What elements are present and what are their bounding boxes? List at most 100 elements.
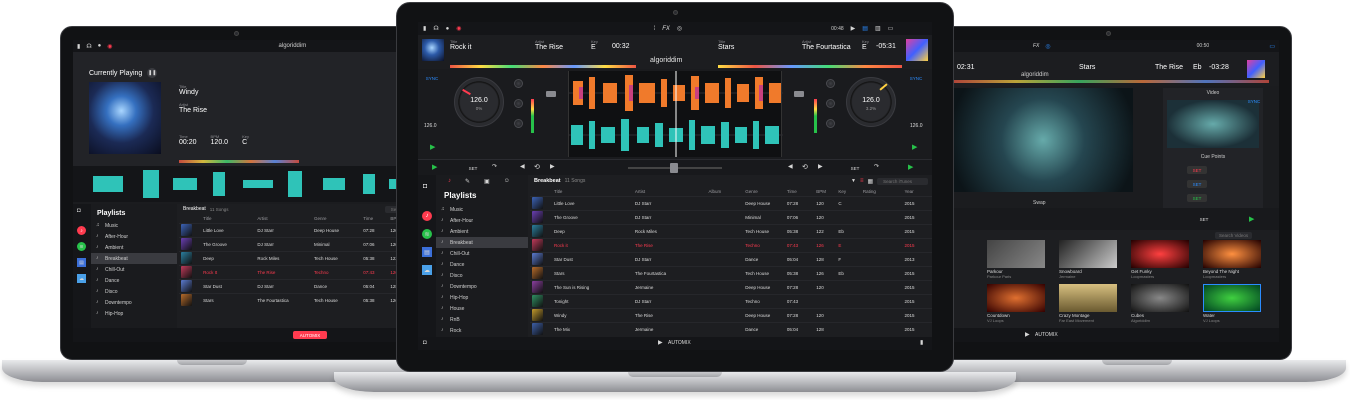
files-icon[interactable]: ▤ — [422, 247, 432, 257]
platter-left[interactable]: 126.0 0% — [454, 77, 504, 127]
playlist-item[interactable]: ♪ Hip-Hop — [436, 292, 528, 303]
music-source-icon[interactable]: ♪ — [422, 211, 432, 221]
column-header[interactable]: Time — [785, 187, 814, 196]
layout-icon[interactable]: ▤ — [862, 25, 868, 32]
crossfader-handle[interactable] — [670, 163, 678, 173]
scratch-icon-left[interactable]: ↷ — [492, 163, 497, 170]
column-header[interactable]: Album — [706, 187, 743, 196]
bars-icon[interactable]: ▮ — [423, 25, 426, 32]
display-icon[interactable]: ▭ — [888, 25, 894, 32]
playlist-item[interactable]: ♪ Dance — [91, 275, 177, 286]
cloud-icon[interactable]: ☁ — [77, 274, 86, 283]
video-card[interactable]: Snowboard Jermaine — [1059, 240, 1117, 280]
knob-right-3[interactable] — [826, 119, 835, 128]
column-header[interactable]: Time — [361, 214, 388, 223]
knob-right-2[interactable] — [826, 99, 835, 108]
playlist-item[interactable]: ♫ Music — [436, 204, 528, 215]
table-row[interactable]: Rock It The Rise Techno 07:43 126 — [179, 264, 413, 279]
grid-icon[interactable]: ⁞ — [654, 26, 656, 32]
video-preview[interactable] — [1167, 100, 1259, 148]
table-row[interactable]: Star Dust DJ Starr Dance 05:04 128 — [179, 278, 413, 293]
play-icon-right[interactable]: ▶ — [908, 163, 913, 171]
column-header[interactable]: Title — [552, 187, 633, 196]
headphones-icon[interactable]: ☊ — [433, 25, 438, 32]
table-row[interactable]: Little Love DJ Starr Deep House 07:28 120 — [179, 222, 413, 237]
playlist-item[interactable]: ♪ Chill-Out — [436, 248, 528, 259]
playlist-item[interactable]: ♪ Downtempo — [91, 297, 177, 308]
clipboard-tab-icon[interactable]: ▣ — [484, 178, 490, 185]
sync-circle-icon[interactable]: ◎ — [1045, 43, 1050, 50]
globe-icon[interactable]: ◎ — [677, 25, 682, 32]
deck-a-waveform-mini[interactable] — [450, 65, 636, 68]
table-row[interactable]: The Sun is Rising Jermaine Deep House 07:28… — [530, 279, 932, 294]
playlist-item[interactable]: ♪ Breakbeat — [91, 253, 177, 264]
column-header[interactable]: BPM — [814, 187, 836, 196]
set-button-main[interactable]: SET — [1197, 215, 1211, 223]
playlist-item[interactable]: ♪ House — [436, 303, 528, 314]
playlist-item[interactable]: ♪ Ambient — [436, 226, 528, 237]
playlist-item[interactable]: ♫ Music — [91, 220, 177, 231]
fader-left[interactable] — [546, 91, 556, 97]
columns-icon[interactable]: ▥ — [875, 25, 881, 32]
camera-bottom-icon[interactable]: ◘ — [423, 340, 427, 346]
play-icon[interactable]: ▶ — [1249, 215, 1254, 223]
video-icon[interactable]: ▶ — [851, 25, 856, 32]
sync-button[interactable]: SYNC — [1247, 98, 1261, 104]
cloud-icon[interactable]: ☁ — [422, 265, 432, 275]
set-button-right[interactable]: SET — [848, 164, 862, 172]
knob-right-1[interactable] — [826, 79, 835, 88]
column-header[interactable]: Genre — [743, 187, 785, 196]
bars-icon[interactable]: ▮ — [77, 43, 80, 50]
panel-toggle-icon[interactable]: ▮ — [920, 339, 923, 346]
grid-view-icon[interactable]: ▦ — [867, 178, 873, 185]
automix-play-icon[interactable]: ▶ — [1025, 331, 1030, 338]
playlist-item[interactable]: ♪ Chill-Out — [91, 264, 177, 275]
record-icon[interactable]: ◉ — [456, 25, 461, 32]
mic-icon[interactable]: ● — [446, 26, 450, 32]
knob-left-3[interactable] — [514, 119, 523, 128]
table-row[interactable]: The Mix Jermaine Dance 05:04 128 2015 — [530, 321, 932, 336]
set-button-left[interactable]: SET — [466, 164, 480, 172]
play-icon-left[interactable]: ▶ — [432, 163, 437, 171]
spotify-icon[interactable]: ≋ — [77, 242, 86, 251]
next-icon-left[interactable]: ▶ — [550, 163, 555, 170]
headphones-icon[interactable]: ☊ — [86, 43, 91, 50]
automix-button[interactable]: AUTOMIX — [293, 331, 327, 339]
column-header[interactable]: Year — [902, 187, 932, 196]
left-waveform-overview[interactable] — [73, 166, 413, 202]
files-icon[interactable]: ▤ — [77, 258, 86, 267]
table-row[interactable]: Deep Rock Miles Tech House 05:38 122 — [179, 250, 413, 265]
fx-label[interactable]: FX — [662, 26, 670, 32]
sync-button-left[interactable]: SYNC — [424, 75, 440, 82]
edit-tab-icon[interactable]: ✎ — [465, 178, 470, 185]
table-row[interactable]: Windy The Rise Deep House 07:28 120 2015 — [530, 307, 932, 322]
center-waveform[interactable] — [568, 71, 783, 157]
set-button-2[interactable]: SET — [1187, 180, 1207, 188]
automix-label[interactable]: AUTOMIX — [668, 340, 691, 346]
playlist-item[interactable]: ♪ RnB — [436, 314, 528, 325]
filter-icon[interactable]: ▼ — [851, 178, 856, 184]
playlist-item[interactable]: ♪ After-Hour — [91, 231, 177, 242]
swap-label[interactable]: Swap — [1033, 200, 1046, 206]
video-card[interactable]: Parkour Parkour Paris — [987, 240, 1045, 280]
scratch-icon-right[interactable]: ↷ — [874, 163, 879, 170]
column-header[interactable]: Artist — [633, 187, 707, 196]
deck-b-waveform-mini[interactable] — [718, 65, 902, 68]
fader-right[interactable] — [794, 91, 804, 97]
column-header[interactable]: Key — [836, 187, 861, 196]
video-card[interactable]: Water VJ Loops — [1203, 284, 1261, 324]
loop-icon-left[interactable]: ⟲ — [534, 163, 540, 171]
table-row[interactable]: The Groove DJ Starr Minimal 07:06 120 — [179, 236, 413, 251]
video-card[interactable]: Cubes Algoriddim — [1131, 284, 1189, 324]
column-header[interactable]: Artist — [255, 214, 312, 223]
table-row[interactable]: The Groove DJ Starr Minimal 07:06 120 2015 — [530, 209, 932, 224]
music-note-tab-icon[interactable]: ♪ — [448, 178, 451, 184]
sync-button-right[interactable]: SYNC — [908, 75, 924, 82]
record-icon[interactable]: ◉ — [107, 43, 112, 50]
table-row[interactable]: Deep Rock Miles Tech House 05:38 122 Eb 2015 — [530, 223, 932, 238]
automix-label-right[interactable]: AUTOMIX — [1035, 332, 1058, 338]
playlist-item[interactable]: ♪ Disco — [91, 286, 177, 297]
fx-label[interactable]: FX — [1033, 43, 1039, 49]
table-row[interactable]: Stars The Fourtastica Tech House 05:38 126 Eb… — [530, 265, 932, 280]
playlist-item[interactable]: ♪ Breakbeat — [436, 237, 528, 248]
